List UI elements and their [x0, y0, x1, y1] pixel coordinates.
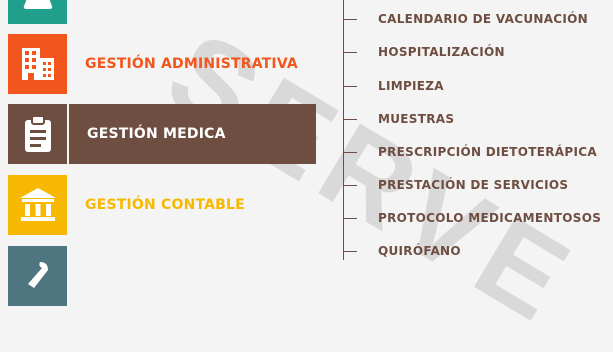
submenu-item-limpieza[interactable]: LIMPIEZA	[343, 76, 444, 96]
submenu-item-label: PROTOCOLO MEDICAMENTOSOS	[378, 211, 602, 225]
menu-item-contable[interactable]: GESTIÓN CONTABLE	[8, 175, 316, 235]
tree-branch	[343, 18, 357, 20]
submenu-item-label: MUESTRAS	[378, 112, 455, 126]
submenu-item-label: CALENDARIO DE VACUNACIÓN	[378, 12, 589, 26]
menu-item-label: GESTIÓN ADMINISTRATIVA	[85, 56, 298, 72]
flask-icon	[23, 0, 52, 9]
menu-item-administrativa[interactable]: GESTIÓN ADMINISTRATIVA	[8, 34, 316, 94]
submenu: CALENDARIO DE VACUNACIÓN HOSPITALIZACIÓN…	[336, 0, 613, 260]
building-icon	[21, 48, 54, 80]
menu-item-bottom-partial[interactable]	[8, 246, 316, 306]
tree-branch	[343, 85, 357, 87]
submenu-item-protocolo-medicamentosos[interactable]: PROTOCOLO MEDICAMENTOSOS	[343, 208, 601, 228]
submenu-item-label: LIMPIEZA	[378, 79, 444, 93]
menu-tile	[8, 175, 67, 235]
submenu-item-label: HOSPITALIZACIÓN	[378, 45, 505, 59]
tree-branch	[343, 51, 357, 53]
clipboard-icon	[24, 115, 51, 152]
submenu-item-label: PRESCRIPCIÓN DIETOTERÁPICA	[378, 145, 597, 159]
submenu-item-muestras[interactable]: MUESTRAS	[343, 109, 454, 129]
tree-branch	[343, 118, 357, 120]
submenu-item-prescripcion-dietoterapica[interactable]: PRESCRIPCIÓN DIETOTERÁPICA	[343, 142, 597, 162]
submenu-item-hospitalizacion[interactable]: HOSPITALIZACIÓN	[343, 42, 505, 62]
menu-item-medica[interactable]: GESTIÓN MEDICA	[8, 104, 316, 164]
tree-branch	[343, 217, 357, 219]
bank-icon	[19, 188, 56, 221]
submenu-item-quirofano[interactable]: QUIRÓFANO	[343, 241, 461, 261]
submenu-item-calendario-vacunacion[interactable]: CALENDARIO DE VACUNACIÓN	[343, 9, 588, 29]
tree-branch	[343, 151, 357, 153]
main-menu: GESTIÓN ADMINISTRATIVA GESTIÓN MEDICA GE…	[0, 0, 330, 306]
menu-tile	[8, 104, 69, 164]
menu-tile	[8, 0, 67, 24]
menu-item-label: GESTIÓN CONTABLE	[85, 197, 245, 213]
tree-branch	[343, 250, 357, 252]
submenu-item-prestacion-servicios[interactable]: PRESTACIÓN DE SERVICIOS	[343, 175, 568, 195]
submenu-item-label: PRESTACIÓN DE SERVICIOS	[378, 178, 569, 192]
menu-tile	[8, 34, 67, 94]
menu-tile	[8, 246, 67, 306]
menu-item-label: GESTIÓN MEDICA	[87, 126, 226, 142]
submenu-item-label: QUIRÓFANO	[378, 244, 461, 258]
menu-item-top-partial[interactable]	[8, 0, 316, 24]
wrench-icon	[27, 262, 48, 288]
tree-branch	[343, 184, 357, 186]
